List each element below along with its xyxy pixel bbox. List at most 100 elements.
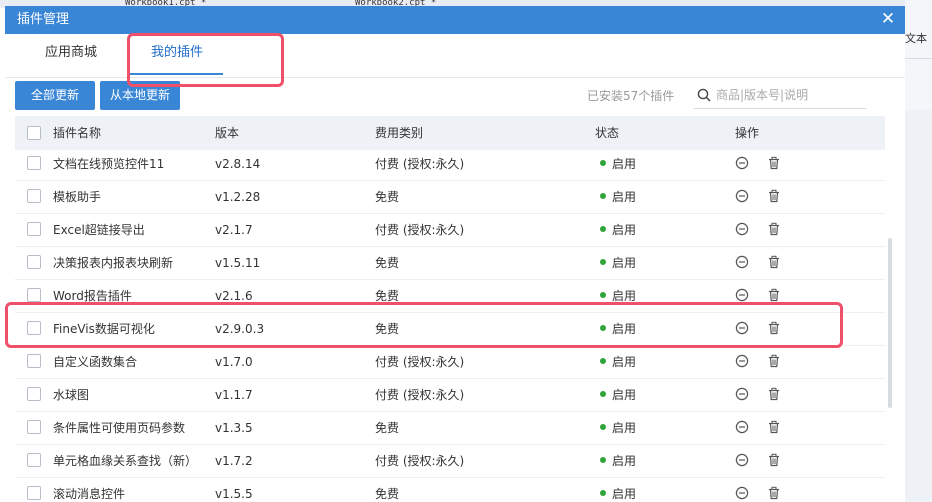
row-checkbox[interactable] [27, 156, 41, 170]
status-dot [600, 292, 606, 298]
status-text: 启用 [612, 388, 637, 402]
row-checkbox[interactable] [27, 288, 41, 302]
scrollbar[interactable] [888, 238, 892, 408]
status-text: 启用 [612, 355, 637, 369]
status-dot [600, 391, 606, 397]
plugin-status: 启用 [600, 387, 636, 403]
plugin-fee: 免费 [375, 256, 400, 270]
search-icon[interactable] [697, 88, 711, 102]
table-row[interactable]: 水球图 v1.1.7 付费 (授权:永久) 启用 [15, 379, 885, 412]
trash-icon[interactable] [767, 486, 781, 500]
plugin-version: v1.2.28 [215, 190, 261, 204]
status-text: 启用 [612, 223, 637, 237]
plugin-name: 滚动消息控件 [53, 487, 126, 501]
status-dot [600, 358, 606, 364]
plugin-status: 启用 [600, 288, 636, 304]
minus-circle-icon[interactable] [735, 354, 749, 368]
dialog-title: 插件管理 [17, 12, 70, 27]
plugin-version: v1.7.2 [215, 454, 253, 468]
trash-icon[interactable] [767, 321, 781, 335]
table-row[interactable]: FineVis数据可视化 v2.9.0.3 免费 启用 [15, 313, 885, 346]
status-dot [600, 490, 606, 496]
header-status: 状态 [595, 126, 620, 140]
trash-icon[interactable] [767, 255, 781, 269]
plugin-status: 启用 [600, 354, 636, 370]
plugin-fee: 付费 (授权:永久) [375, 157, 465, 171]
row-checkbox[interactable] [27, 453, 41, 467]
table-row[interactable]: 滚动消息控件 v1.5.5 免费 启用 [15, 478, 885, 502]
status-text: 启用 [612, 487, 637, 501]
plugin-name: 条件属性可使用页码参数 [53, 421, 186, 435]
plugin-manager-dialog: 插件管理 ✕ 应用商城 我的插件 全部更新 从本地更新 已安装57个插件 插件名… [5, 6, 905, 502]
search-input[interactable] [716, 86, 861, 104]
row-checkbox[interactable] [27, 486, 41, 500]
table-row[interactable]: 决策报表内报表块刷新 v1.5.11 免费 启用 [15, 247, 885, 280]
plugin-fee: 免费 [375, 487, 400, 501]
update-all-button[interactable]: 全部更新 [15, 81, 95, 110]
plugin-fee: 付费 (授权:永久) [375, 355, 465, 369]
trash-icon[interactable] [767, 222, 781, 236]
row-checkbox[interactable] [27, 321, 41, 335]
select-all-checkbox[interactable] [27, 126, 41, 140]
table-row[interactable]: 单元格血缘关系查找（新） v1.7.2 付费 (授权:永久) 启用 [15, 445, 885, 478]
table-row[interactable]: Word报告插件 v2.1.6 免费 启用 [15, 280, 885, 313]
plugin-fee: 免费 [375, 421, 400, 435]
trash-icon[interactable] [767, 156, 781, 170]
trash-icon[interactable] [767, 420, 781, 434]
table-row[interactable]: Excel超链接导出 v2.1.7 付费 (授权:永久) 启用 [15, 214, 885, 247]
table-header: 插件名称 版本 费用类别 状态 操作 [15, 116, 885, 150]
minus-circle-icon[interactable] [735, 486, 749, 500]
table-row[interactable]: 条件属性可使用页码参数 v1.3.5 免费 启用 [15, 412, 885, 445]
plugin-status: 启用 [600, 420, 636, 436]
minus-circle-icon[interactable] [735, 420, 749, 434]
minus-circle-icon[interactable] [735, 156, 749, 170]
minus-circle-icon[interactable] [735, 288, 749, 302]
status-text: 启用 [612, 190, 637, 204]
update-from-local-button[interactable]: 从本地更新 [100, 81, 180, 110]
plugin-version: v1.5.11 [215, 256, 261, 270]
plugin-version: v1.5.5 [215, 487, 253, 501]
installed-count: 已安装57个插件 [587, 89, 675, 103]
row-checkbox[interactable] [27, 255, 41, 269]
trash-icon[interactable] [767, 387, 781, 401]
row-checkbox[interactable] [27, 354, 41, 368]
table-row[interactable]: 模板助手 v1.2.28 免费 启用 [15, 181, 885, 214]
status-dot [600, 226, 606, 232]
minus-circle-icon[interactable] [735, 255, 749, 269]
status-dot [600, 325, 606, 331]
status-dot [600, 457, 606, 463]
status-dot [600, 160, 606, 166]
minus-circle-icon[interactable] [735, 321, 749, 335]
status-dot [600, 424, 606, 430]
plugin-status: 启用 [600, 321, 636, 337]
minus-circle-icon[interactable] [735, 189, 749, 203]
background-divider [905, 58, 932, 59]
active-tab-underline [129, 73, 223, 75]
trash-icon[interactable] [767, 288, 781, 302]
row-checkbox[interactable] [27, 222, 41, 236]
plugin-status: 启用 [600, 453, 636, 469]
row-checkbox[interactable] [27, 189, 41, 203]
background-panel-area [905, 110, 932, 502]
minus-circle-icon[interactable] [735, 222, 749, 236]
trash-icon[interactable] [767, 453, 781, 467]
trash-icon[interactable] [767, 189, 781, 203]
plugin-name: 模板助手 [53, 190, 102, 204]
plugin-version: v2.1.6 [215, 289, 253, 303]
minus-circle-icon[interactable] [735, 453, 749, 467]
status-text: 启用 [612, 256, 637, 270]
plugin-fee: 付费 (授权:永久) [375, 454, 465, 468]
row-checkbox[interactable] [27, 387, 41, 401]
table-row[interactable]: 文档在线预览控件11 v2.8.14 付费 (授权:永久) 启用 [15, 150, 885, 181]
table-row[interactable]: 自定义函数集合 v1.7.0 付费 (授权:永久) 启用 [15, 346, 885, 379]
header-actions: 操作 [735, 126, 760, 140]
plugin-version: v1.7.0 [215, 355, 253, 369]
minus-circle-icon[interactable] [735, 387, 749, 401]
plugin-version: v1.3.5 [215, 421, 253, 435]
close-icon[interactable]: ✕ [879, 10, 897, 28]
trash-icon[interactable] [767, 354, 781, 368]
tab-my-plugins[interactable]: 我的插件 [127, 34, 227, 78]
tab-app-store[interactable]: 应用商城 [33, 34, 109, 78]
plugin-name: 决策报表内报表块刷新 [53, 256, 174, 270]
row-checkbox[interactable] [27, 420, 41, 434]
